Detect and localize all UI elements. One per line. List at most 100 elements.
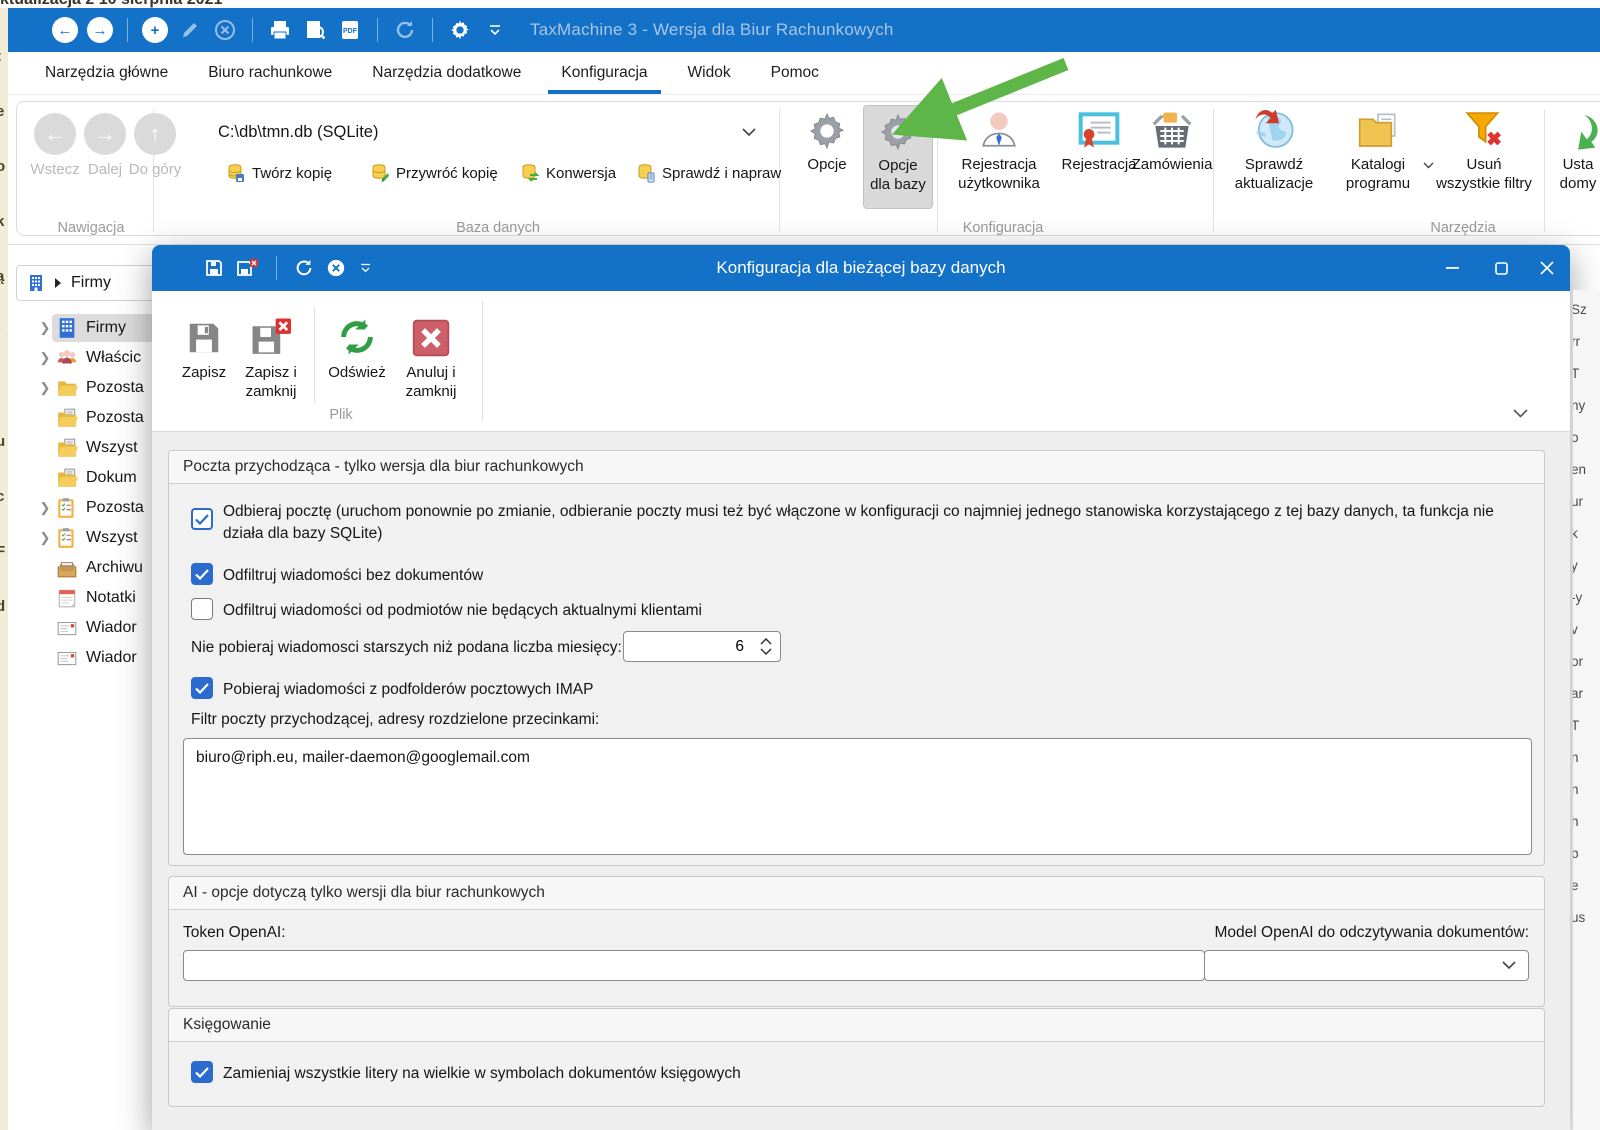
settings-gear-icon[interactable] (447, 17, 473, 43)
dialog-titlebar[interactable]: Konfiguracja dla bieżącej bazy danych (152, 245, 1570, 291)
back-icon[interactable]: ← (52, 17, 78, 43)
checkbox-filter-nonclients[interactable] (191, 598, 213, 620)
screenshot-root: ktualizacja 2 10 sierpnia 2021 teokąłiuc… (0, 0, 1600, 1130)
quick-access-toolbar: ← → + PDF (52, 17, 508, 43)
tab-konfiguracja[interactable]: Konfiguracja (548, 52, 660, 94)
tree-item-firmy[interactable]: ❯ Firmy (34, 313, 160, 343)
group-label-plik: Plik (176, 407, 506, 423)
tree-item-wszystkie-1[interactable]: Wszyst (34, 433, 160, 463)
tab-widok[interactable]: Widok (675, 52, 744, 94)
checkbox-filter-nodocs[interactable] (191, 563, 213, 585)
forward-icon[interactable]: → (87, 17, 113, 43)
certificate-icon (1077, 105, 1121, 151)
set-defaults-button-clipped[interactable]: Usta domy (1552, 105, 1600, 193)
background-text-fragment: y (1572, 558, 1600, 573)
customize-toolbar-icon[interactable] (482, 17, 508, 43)
navigation-tree: ❯ Firmy ❯ Właścic ❯ Pozosta Pozosta (34, 313, 160, 1130)
tree-item-wlasciciele[interactable]: ❯ Właścic (34, 343, 160, 373)
background-text-fragment: o (0, 158, 8, 175)
print-icon[interactable] (267, 17, 293, 43)
config-dialog: Konfiguracja dla bieżącej bazy danych Za… (152, 245, 1570, 1130)
delete-icon[interactable] (212, 17, 238, 43)
background-text-fragment: T (1572, 718, 1600, 733)
refresh-button[interactable]: Odśwież (324, 301, 390, 382)
expander-icon[interactable]: ❯ (34, 380, 56, 396)
options-db-button[interactable]: Opcje dla bazy (863, 105, 933, 209)
minimize-button[interactable] (1437, 253, 1467, 283)
tree-item-archiwum[interactable]: Archiwu (34, 553, 160, 583)
expander-icon[interactable]: ❯ (34, 530, 56, 546)
tree-item-dokumenty[interactable]: Dokum (34, 463, 160, 493)
forward-circle-icon: → (84, 113, 126, 155)
refresh-icon[interactable] (392, 17, 418, 43)
token-input[interactable] (183, 950, 1205, 981)
tree-item-pozostale-2[interactable]: Pozosta (34, 403, 160, 433)
tab-biuro-rachunkowe[interactable]: Biuro rachunkowe (195, 52, 345, 94)
tab-pomoc[interactable]: Pomoc (758, 52, 832, 94)
check-repair-button[interactable]: Sprawdź i napraw (636, 163, 781, 183)
restore-copy-button[interactable]: Przywróć kopię (370, 163, 498, 183)
check-updates-button[interactable]: Sprawdź aktualizacje (1224, 105, 1324, 193)
expander-icon[interactable]: ❯ (34, 500, 56, 516)
background-text-fragment: i (0, 378, 8, 395)
pdf-export-icon[interactable]: PDF (337, 17, 363, 43)
save-button[interactable]: Zapisz (176, 301, 232, 382)
archive-box-icon (56, 557, 78, 579)
expander-icon[interactable]: ❯ (34, 320, 56, 336)
database-path-combobox[interactable]: C:\db\tmn.db (SQLite) (218, 115, 766, 149)
checkbox-box[interactable] (191, 598, 213, 620)
mail-filter-textarea[interactable] (183, 738, 1532, 855)
spinner-down-icon[interactable] (760, 648, 772, 655)
up-button[interactable]: ↑ Do góry (124, 113, 186, 179)
remove-filters-button[interactable]: Usuń wszystkie filtry (1432, 105, 1536, 193)
add-icon[interactable]: + (142, 17, 168, 43)
print-preview-icon[interactable] (302, 17, 328, 43)
create-copy-button[interactable]: Twórz kopię (226, 163, 332, 183)
user-registration-button[interactable]: Rejestracja użytkownika (946, 105, 1052, 193)
checkbox-uppercase[interactable] (191, 1061, 213, 1083)
tree-item-wiadomosci-2[interactable]: Wiador (34, 643, 160, 673)
navigator-header[interactable]: Firmy (16, 265, 160, 301)
checkbox-box[interactable] (191, 563, 213, 585)
maximize-button[interactable] (1486, 253, 1516, 283)
tree-item-pozostale-1[interactable]: ❯ Pozosta (34, 373, 160, 403)
separator (252, 18, 253, 42)
background-text-fragment: ar (1572, 686, 1600, 701)
spinner-up-icon[interactable] (760, 638, 772, 645)
filter-remove-icon (1462, 105, 1506, 151)
building-icon (27, 274, 45, 292)
checkbox-box[interactable] (191, 508, 213, 530)
checkbox-box[interactable] (191, 677, 213, 699)
folder-documents-icon (56, 437, 78, 459)
background-text-fragment: ny (1572, 398, 1600, 413)
expander-icon[interactable]: ❯ (34, 350, 56, 366)
orders-button[interactable]: Zamówienia (1130, 105, 1214, 174)
checkbox-imap[interactable] (191, 677, 213, 699)
tree-item-notatki[interactable]: Notatki (34, 583, 160, 613)
cancel-close-button[interactable]: Anuluj i zamknij (398, 301, 464, 401)
save-close-button[interactable]: Zapisz i zamknij (238, 301, 304, 401)
close-button[interactable] (1532, 253, 1562, 283)
group-label-nawigacja: Nawigacja (36, 220, 146, 236)
tree-item-wiadomosci-1[interactable]: Wiador (34, 613, 160, 643)
tab-narzedzia-dodatkowe[interactable]: Narzędzia dodatkowe (359, 52, 534, 94)
months-spinner[interactable] (623, 631, 781, 662)
separator (127, 18, 128, 42)
clipboard-icon (56, 497, 78, 519)
tab-narzedzia-glowne[interactable]: Narzędzia główne (32, 52, 181, 94)
background-text-fragment: v (1572, 622, 1600, 637)
refresh-green-icon (337, 301, 377, 357)
tree-item-pozostale-3[interactable]: ❯ Pozosta (34, 493, 160, 523)
model-select[interactable] (1204, 950, 1529, 981)
program-catalogs-button[interactable]: Katalogi programu (1330, 105, 1426, 193)
section-mail-header: Poczta przychodząca - tylko wersja dla b… (169, 451, 1544, 484)
options-button[interactable]: Opcje (795, 105, 859, 174)
tree-item-wszystkie-2[interactable]: ❯ Wszyst (34, 523, 160, 553)
edit-pencil-icon[interactable] (177, 17, 203, 43)
checkbox-box[interactable] (191, 1061, 213, 1083)
checkbox-receive-mail[interactable] (191, 508, 213, 530)
collapse-ribbon-icon[interactable] (1513, 409, 1528, 418)
months-input[interactable] (623, 631, 781, 662)
database-convert-icon (520, 163, 540, 183)
conversion-button[interactable]: Konwersja (520, 163, 616, 183)
